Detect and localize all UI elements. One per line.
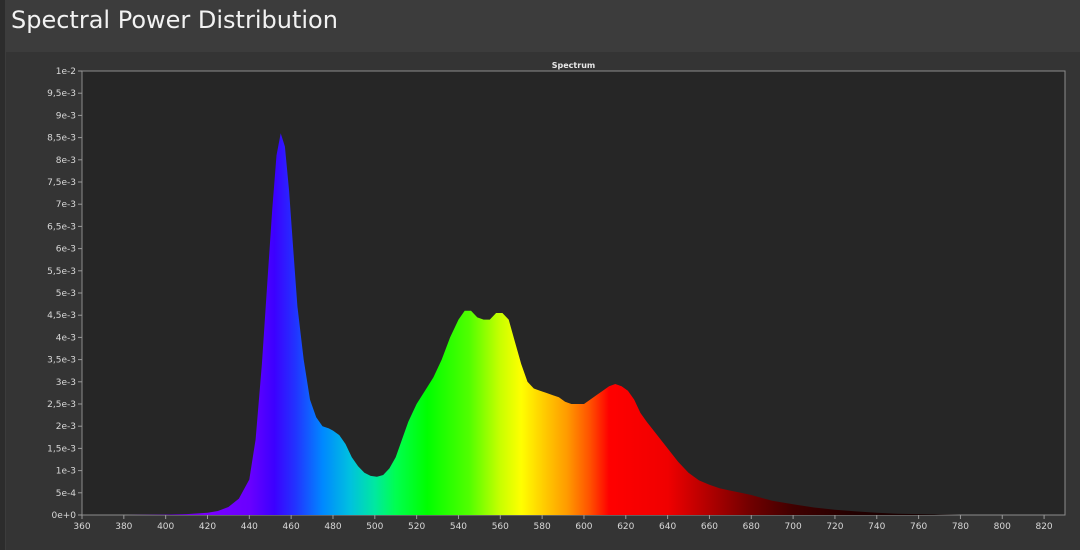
x-tick-label: 760 — [910, 522, 927, 532]
x-tick-label: 420 — [199, 522, 216, 532]
chart-panel: Spectrum 360 380 400 420 440 460 480 500 520 540 5… — [6, 52, 1080, 550]
page-title: Spectral Power Distribution — [11, 6, 338, 34]
y-tick-label: 3,5e-3 — [47, 356, 76, 366]
x-tick-label: 480 — [324, 522, 341, 532]
y-tick-label: 8,5e-3 — [47, 134, 76, 144]
x-tick-label: 580 — [534, 522, 551, 532]
x-tick-label: 820 — [1035, 522, 1052, 532]
x-tick-label: 720 — [826, 522, 843, 532]
x-tick-label: 700 — [785, 522, 802, 532]
x-tick-label: 380 — [115, 522, 132, 532]
spectrum-chart: Spectrum 360 380 400 420 440 460 480 500 520 540 5… — [47, 61, 1066, 532]
y-tick-label: 6e-3 — [56, 245, 76, 255]
y-tick-label: 6,5e-3 — [47, 222, 76, 232]
x-tick-label: 560 — [492, 522, 509, 532]
y-tick-label: 7e-3 — [56, 200, 76, 210]
y-tick-label: 0e+0 — [51, 511, 76, 521]
y-tick-label: 1e-2 — [56, 67, 76, 77]
x-tick-label: 680 — [743, 522, 760, 532]
y-tick-label: 9e-3 — [56, 111, 76, 121]
y-axis: 0e+0 5e-4 1e-3 1,5e-3 2e-3 2,5e-3 3e-3 3,5e-3 4e… — [47, 67, 82, 521]
y-tick-label: 2,5e-3 — [47, 400, 76, 410]
x-axis: 360 380 400 420 440 460 480 500 520 540 560 580 600 6… — [73, 515, 1053, 532]
x-tick-label: 800 — [994, 522, 1011, 532]
x-tick-label: 660 — [701, 522, 718, 532]
x-tick-label: 540 — [450, 522, 467, 532]
x-tick-label: 460 — [283, 522, 300, 532]
y-tick-label: 1,5e-3 — [47, 444, 76, 454]
y-tick-label: 7,5e-3 — [47, 178, 76, 188]
x-tick-label: 440 — [241, 522, 258, 532]
x-tick-label: 780 — [952, 522, 969, 532]
y-tick-label: 5e-3 — [56, 289, 76, 299]
x-tick-label: 400 — [157, 522, 174, 532]
x-tick-label: 600 — [575, 522, 592, 532]
x-tick-label: 640 — [659, 522, 676, 532]
x-tick-label: 520 — [408, 522, 425, 532]
y-tick-label: 9,5e-3 — [47, 89, 76, 99]
y-tick-label: 2e-3 — [56, 422, 76, 432]
x-tick-label: 500 — [366, 522, 383, 532]
x-tick-label: 740 — [868, 522, 885, 532]
x-tick-label: 620 — [617, 522, 634, 532]
app-window: Spectral Power Distribution Spectrum 360… — [0, 0, 1080, 550]
y-tick-label: 4e-3 — [56, 333, 76, 343]
y-tick-label: 5e-4 — [56, 489, 77, 499]
y-tick-label: 8e-3 — [56, 156, 76, 166]
left-edge-strip — [0, 0, 5, 550]
y-tick-label: 3e-3 — [56, 378, 76, 388]
chart-title: Spectrum — [552, 61, 595, 70]
y-tick-label: 5,5e-3 — [47, 267, 76, 277]
x-tick-label: 360 — [73, 522, 90, 532]
y-tick-label: 1e-3 — [56, 467, 76, 477]
y-tick-label: 4,5e-3 — [47, 311, 76, 321]
